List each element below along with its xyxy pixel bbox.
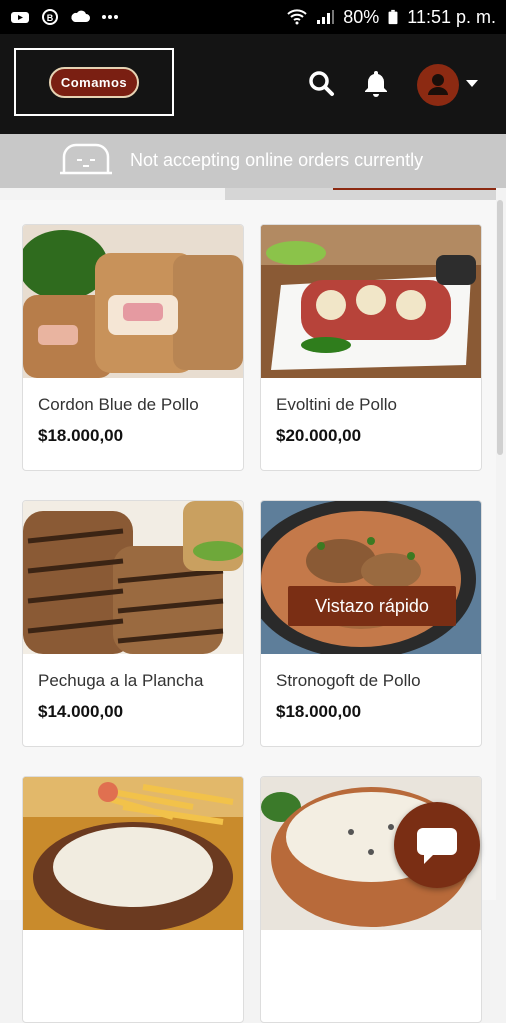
product-image	[261, 225, 481, 378]
search-icon[interactable]	[306, 68, 336, 98]
notification-bell-icon[interactable]	[361, 68, 391, 98]
product-card[interactable]: Evoltini de Pollo $20.000,00	[260, 224, 482, 471]
product-card[interactable]: Vistazo rápido Stronogoft de Pollo $18.0…	[260, 500, 482, 747]
video-icon	[11, 12, 29, 23]
scrollbar-thumb[interactable]	[497, 200, 503, 455]
product-image	[23, 777, 243, 930]
product-image	[23, 225, 243, 378]
sad-face-icon	[60, 143, 112, 175]
product-price: $18.000,00	[276, 702, 362, 721]
wifi-icon	[287, 9, 307, 25]
app-header: Comamos	[0, 34, 506, 134]
user-icon	[428, 74, 448, 95]
more-dots-icon	[102, 15, 118, 19]
status-bar: B 80% 11:51 p. m.	[0, 0, 506, 34]
status-right: 80% 11:51 p. m.	[287, 7, 496, 28]
logo-text: Comamos	[48, 66, 140, 98]
clock: 11:51 p. m.	[407, 6, 496, 27]
signal-icon	[317, 10, 335, 24]
product-price: $20.000,00	[276, 426, 362, 445]
product-list: Cordon Blue de Pollo $18.000,00 Evoltini…	[0, 200, 496, 1023]
product-price: $18.000,00	[38, 426, 124, 445]
cloud-icon	[71, 10, 90, 22]
chat-bubble-icon	[417, 828, 457, 864]
product-name: Pechuga a la Plancha	[38, 671, 204, 690]
status-left: B	[10, 9, 120, 25]
product-name: Cordon Blue de Pollo	[38, 395, 199, 414]
svg-text:B: B	[47, 13, 54, 23]
product-name: Evoltini de Pollo	[276, 395, 397, 414]
product-image	[261, 501, 481, 654]
product-price: $14.000,00	[38, 702, 124, 721]
notice-text: Not accepting online orders currently	[130, 150, 424, 170]
b-badge-icon: B	[42, 9, 58, 25]
product-card[interactable]: Cordon Blue de Pollo $18.000,00	[22, 224, 244, 471]
user-avatar[interactable]	[417, 64, 459, 106]
chat-button[interactable]	[394, 802, 480, 888]
product-card[interactable]: Pechuga a la Plancha $14.000,00	[22, 500, 244, 747]
offline-notice: Not accepting online orders currently	[0, 134, 506, 188]
battery-percent: 80%	[343, 6, 380, 27]
product-image	[23, 501, 243, 654]
logo[interactable]: Comamos	[14, 48, 174, 116]
quick-view-button[interactable]: Vistazo rápido	[288, 586, 456, 626]
chevron-down-icon[interactable]	[466, 80, 478, 87]
product-name: Stronogoft de Pollo	[276, 671, 421, 690]
battery-icon	[388, 9, 398, 25]
tab-indicator	[333, 188, 496, 190]
